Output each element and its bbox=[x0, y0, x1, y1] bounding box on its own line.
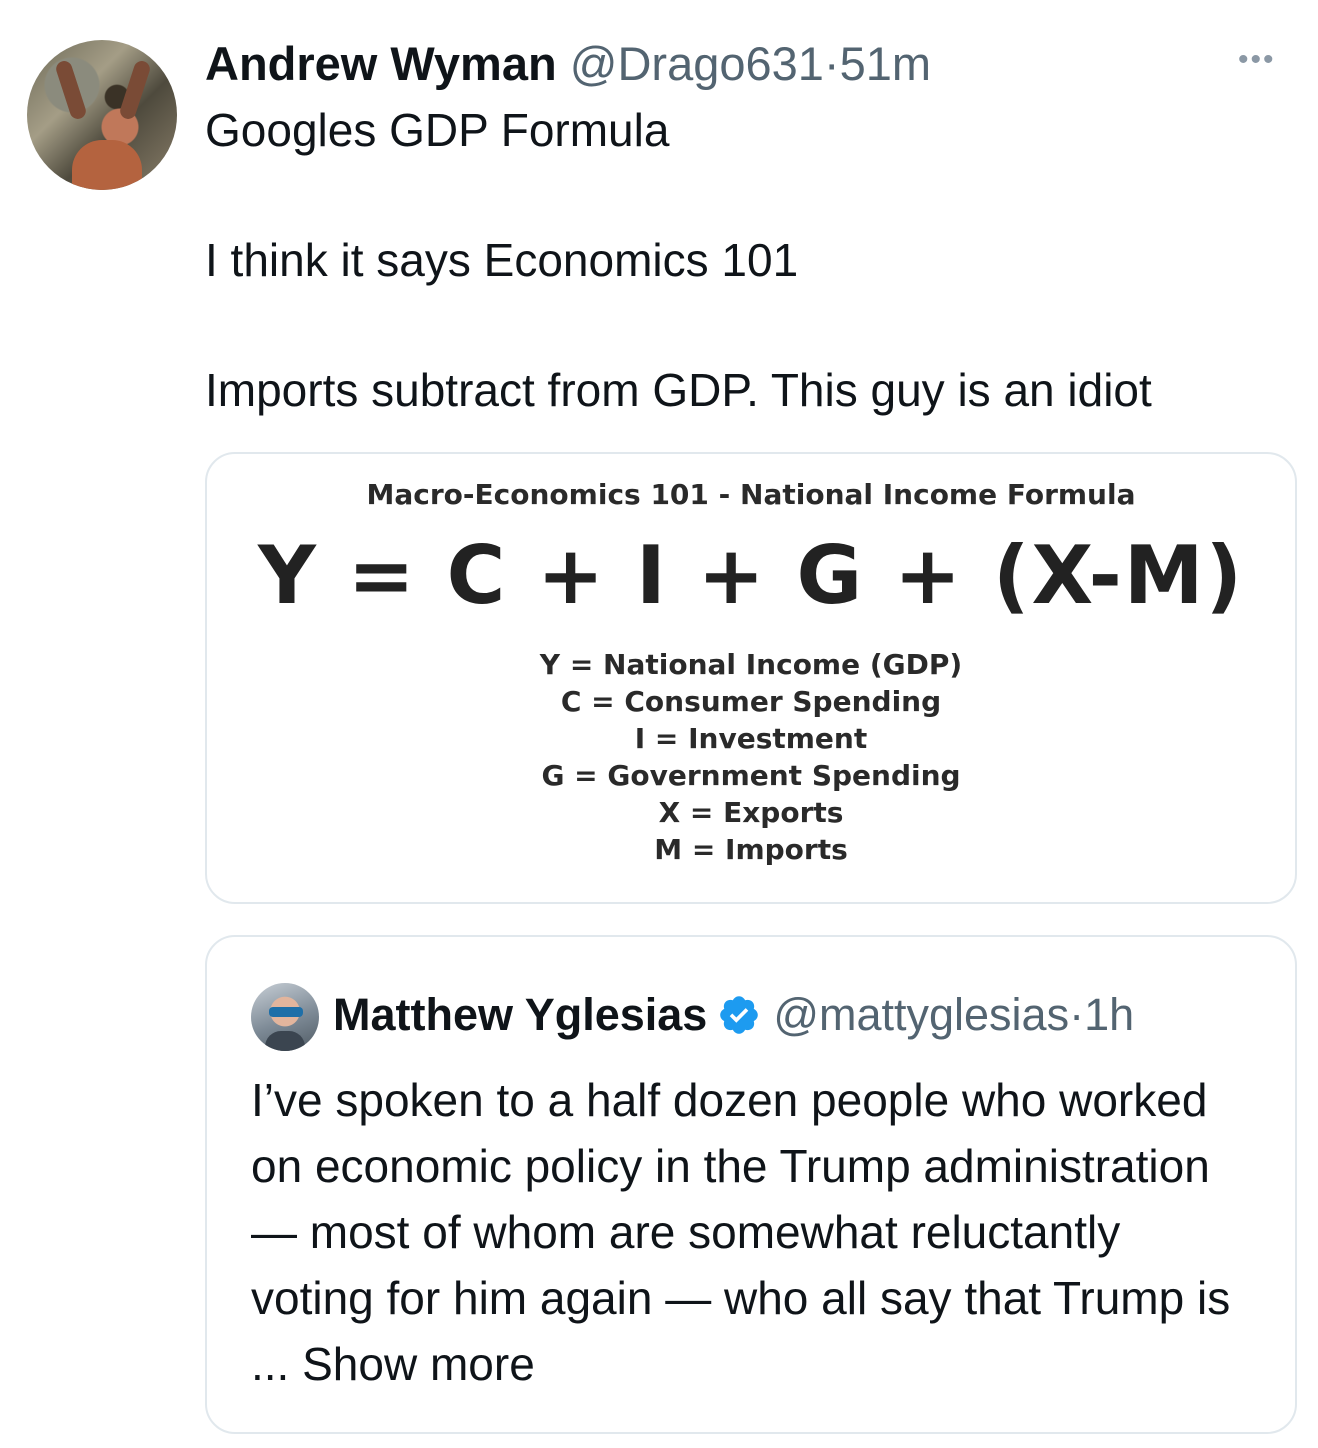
quote-author-avatar[interactable] bbox=[251, 983, 319, 1051]
definition-line: C = Consumer Spending bbox=[560, 685, 942, 718]
tweet-time[interactable]: 51m bbox=[840, 37, 931, 90]
avatar-arm bbox=[54, 58, 88, 122]
show-more-link[interactable]: Show more bbox=[302, 1338, 535, 1390]
definition-line: Y = National Income (GDP) bbox=[539, 648, 963, 681]
avatar-sunglasses bbox=[269, 1007, 303, 1017]
tweet-image[interactable]: Macro-Economics 101 - National Income Fo… bbox=[205, 452, 1297, 904]
quote-time[interactable]: 1h bbox=[1084, 987, 1134, 1043]
separator-dot: · bbox=[1069, 989, 1085, 1040]
avatar-figure bbox=[72, 140, 142, 190]
avatar-shirt bbox=[265, 1031, 305, 1051]
definition-line: M = Imports bbox=[654, 833, 848, 866]
author-name[interactable]: Andrew Wyman bbox=[205, 37, 557, 90]
definition-line: X = Exports bbox=[658, 796, 844, 829]
verified-badge-icon bbox=[720, 996, 759, 1034]
image-title: Macro-Economics 101 - National Income Fo… bbox=[366, 478, 1136, 511]
separator-dot: · bbox=[823, 37, 840, 90]
tweet-header: Andrew Wyman @Drago631·51m bbox=[205, 38, 931, 90]
ellipsis-icon[interactable]: ••• bbox=[1238, 45, 1298, 75]
definition-line: I = Investment bbox=[634, 722, 868, 755]
tweet-text-line: Googles GDP Formula bbox=[205, 104, 670, 156]
quoted-tweet[interactable]: Matthew Yglesias @mattyglesias · 1h I’ve s… bbox=[205, 935, 1297, 1434]
quote-header: Matthew Yglesias @mattyglesias · 1h bbox=[333, 987, 1134, 1043]
tweet-body: Googles GDP Formula I think it says Econ… bbox=[205, 98, 1295, 423]
quote-author-name[interactable]: Matthew Yglesias bbox=[333, 987, 707, 1043]
formula: Y = C + I + G + (X-M) bbox=[257, 529, 1245, 622]
author-handle[interactable]: @Drago631 bbox=[570, 37, 824, 90]
avatar-arm bbox=[118, 58, 152, 122]
quote-author-handle[interactable]: @mattyglesias bbox=[773, 987, 1069, 1043]
tweet-text-line: Imports subtract from GDP. This guy is a… bbox=[205, 364, 1152, 416]
quote-body: I’ve spoken to a half dozen people who w… bbox=[251, 1067, 1251, 1397]
definition-line: G = Government Spending bbox=[541, 759, 961, 792]
author-avatar[interactable] bbox=[27, 40, 177, 190]
tweet-text-line: I think it says Economics 101 bbox=[205, 234, 799, 286]
formula-definitions: Y = National Income (GDP) C = Consumer S… bbox=[207, 646, 1295, 868]
